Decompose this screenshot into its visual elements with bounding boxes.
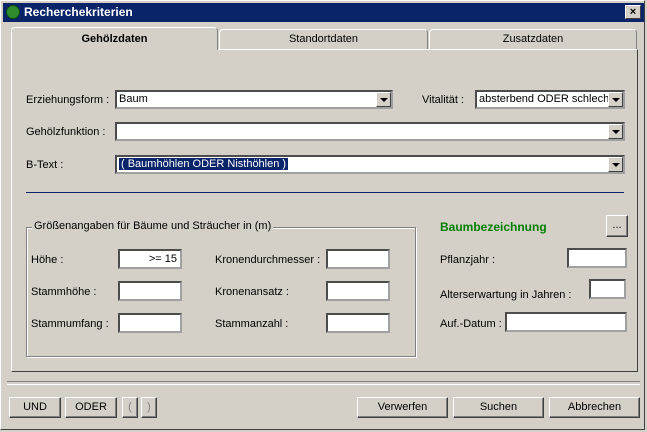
btext-value: ( Baumhöhlen ODER Nisthöhlen ) [117,157,290,171]
und-button[interactable]: UND [9,397,61,418]
tab-panel: Erziehungsform : Baum Vitalität : abster… [11,49,638,372]
suchen-button[interactable]: Suchen [453,397,544,418]
erziehungsform-value: Baum [119,93,148,105]
window-title: Recherchekriterien [24,5,133,19]
hoehe-label: Höhe : [31,254,64,266]
pflanzjahr-field[interactable] [567,248,627,268]
title-bar[interactable]: Recherchekriterien × [3,3,644,22]
vitalitaet-combo[interactable]: absterbend ODER schlecht [475,90,625,109]
chevron-down-icon[interactable] [608,157,623,172]
stammhoehe-field[interactable] [118,281,182,301]
stammumfang-field[interactable] [118,313,182,333]
tab-label: Gehölzdaten [81,33,148,45]
tab-gehoelzdaten[interactable]: Gehölzdaten [11,27,218,50]
stammumfang-label: Stammumfang : [31,318,109,330]
baumbezeichnung-heading: Baumbezeichnung [440,220,547,234]
alterserwartung-field[interactable] [589,279,626,299]
erziehungsform-label: Erziehungsform : [26,94,110,106]
divider [26,192,624,193]
close-button[interactable]: × [625,5,641,19]
alterserwartung-label: Alterserwartung in Jahren : [440,289,572,301]
kronenansatz-label: Kronenansatz : [215,286,289,298]
stammanzahl-label: Stammanzahl : [215,318,289,330]
chevron-down-icon[interactable] [376,92,391,107]
groessenangaben-title: Größenangaben für Bäume und Sträucher in… [32,220,274,232]
chevron-down-icon[interactable] [608,92,623,107]
tab-standortdaten[interactable]: Standortdaten [219,29,428,49]
kronendurchmesser-label: Kronendurchmesser : [215,254,321,266]
verwerfen-button[interactable]: Verwerfen [357,397,448,418]
kronendurchmesser-field[interactable] [326,249,390,269]
aufdatum-label: Auf.-Datum : [440,318,502,330]
vitalitaet-value: absterbend ODER schlecht [479,93,613,105]
tab-label: Standortdaten [288,33,359,45]
baumbezeichnung-browse-button[interactable]: ... [606,215,628,237]
abbrechen-button[interactable]: Abbrechen [549,397,640,418]
pflanzjahr-label: Pflanzjahr : [440,254,496,266]
tab-label: Zusatzdaten [502,33,564,45]
erziehungsform-combo[interactable]: Baum [115,90,393,109]
stammanzahl-field[interactable] [326,313,390,333]
bottom-divider [7,381,640,385]
aufdatum-field[interactable] [505,312,627,332]
btext-label: B-Text : [26,159,64,171]
app-tree-icon [6,5,20,19]
gehoelzfunktion-label: Gehölzfunktion : [26,126,106,138]
hoehe-field[interactable]: >= 15 [118,249,182,269]
kronenansatz-field[interactable] [326,281,390,301]
btext-combo[interactable]: ( Baumhöhlen ODER Nisthöhlen ) [115,155,625,174]
tab-zusatzdaten[interactable]: Zusatzdaten [429,29,637,49]
gehoelzfunktion-combo[interactable] [115,122,625,141]
dialog-window: Recherchekriterien × Gehölzdaten Standor… [0,0,645,430]
paren-open-button[interactable]: ( [122,397,138,418]
chevron-down-icon[interactable] [608,124,623,139]
stammhoehe-label: Stammhöhe : [31,286,97,298]
vitalitaet-label: Vitalität : [422,94,464,106]
oder-button[interactable]: ODER [65,397,117,418]
paren-close-button[interactable]: ) [141,397,157,418]
